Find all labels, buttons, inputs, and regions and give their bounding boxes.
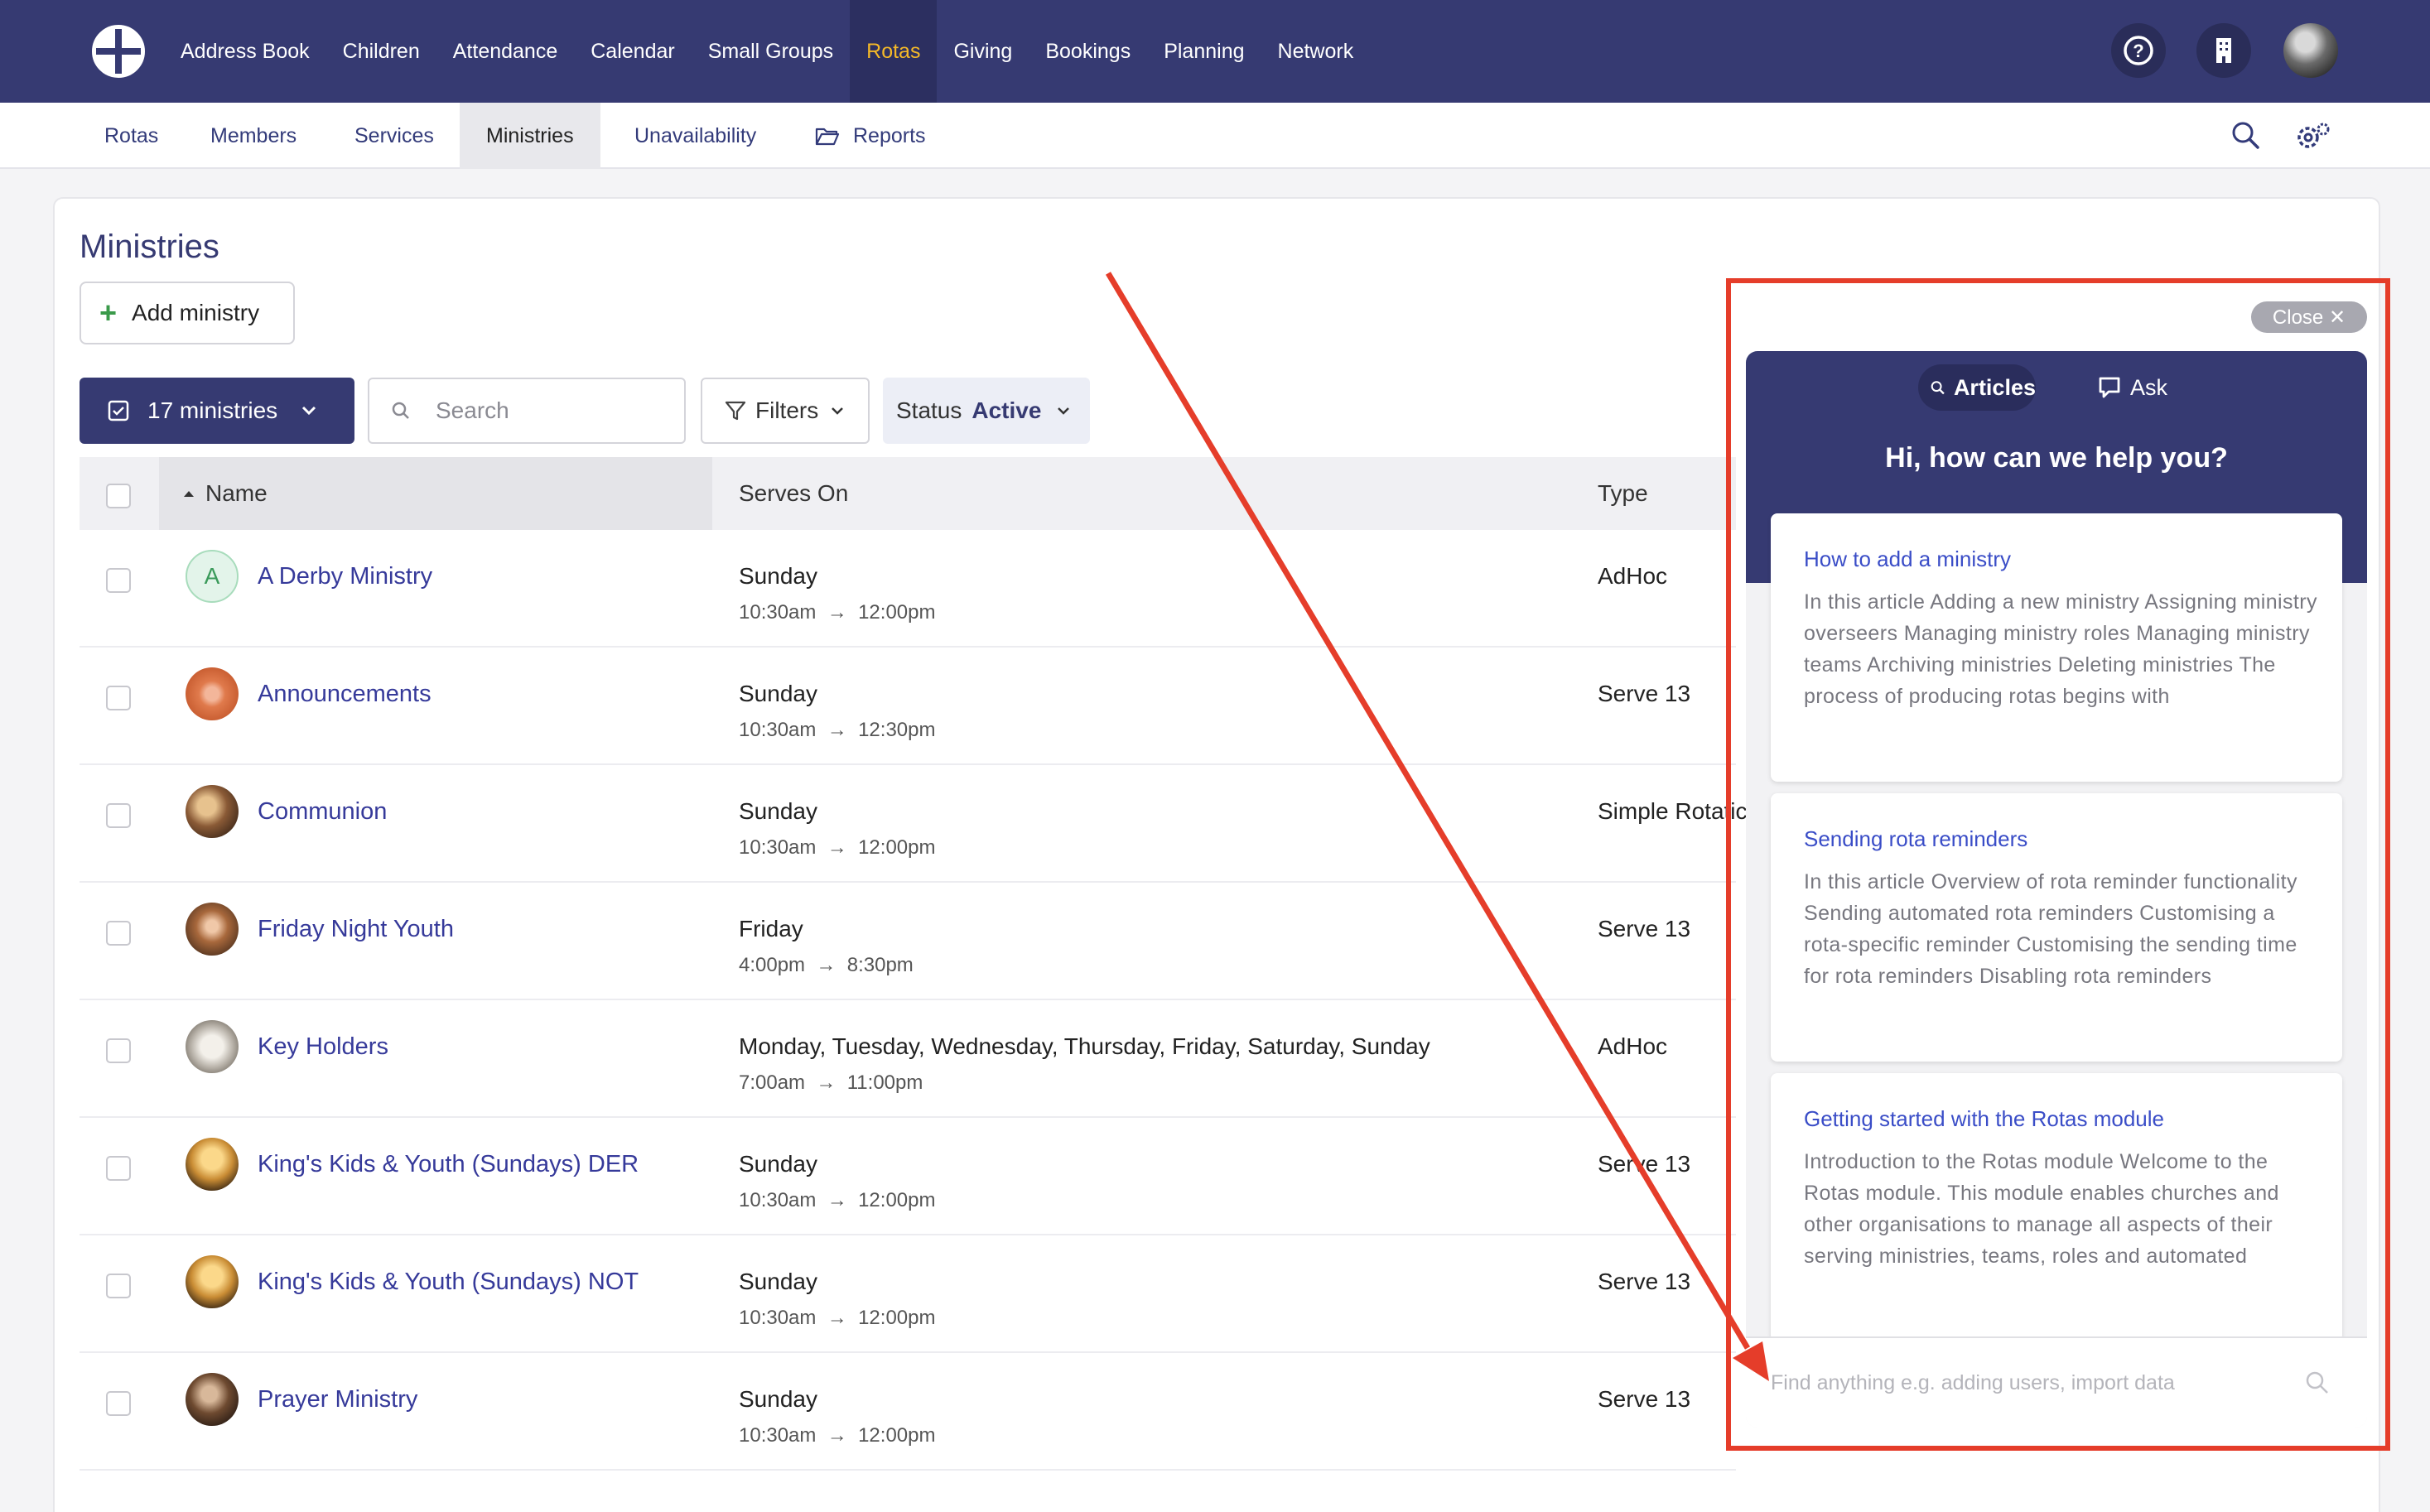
annotation-arrow	[1105, 272, 1769, 1381]
